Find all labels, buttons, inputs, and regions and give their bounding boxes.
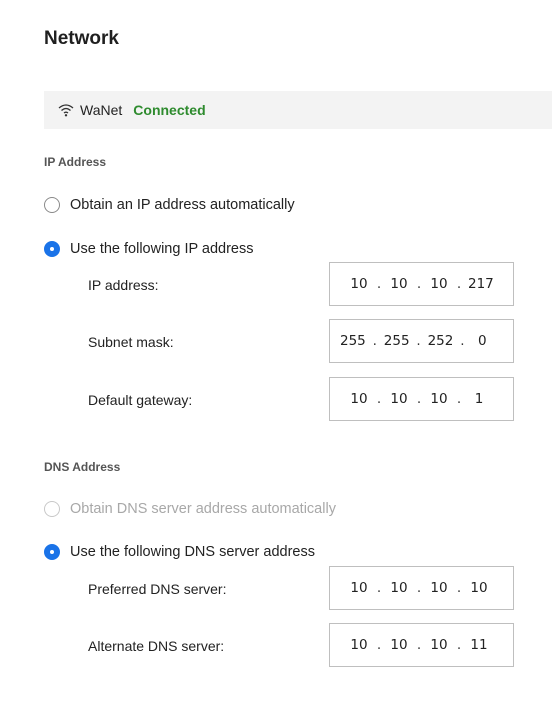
ip-octet[interactable]: 10 xyxy=(428,276,450,292)
gateway-octet[interactable]: 10 xyxy=(348,391,370,407)
alternate-dns-input[interactable]: 10 . 10 . 10 . 11 xyxy=(329,623,514,667)
subnet-octet[interactable]: 252 xyxy=(428,333,454,349)
gateway-octet[interactable]: 1 xyxy=(468,391,490,407)
preferred-dns-input[interactable]: 10 . 10 . 10 . 10 xyxy=(329,566,514,610)
octet-separator: . xyxy=(456,580,462,596)
ip-auto-label: Obtain an IP address automatically xyxy=(70,197,295,213)
subnet-octet[interactable]: 0 xyxy=(471,333,493,349)
network-name: WaNet xyxy=(80,102,123,118)
ip-address-label: IP address: xyxy=(88,277,159,293)
preferred-dns-label: Preferred DNS server: xyxy=(88,581,227,597)
octet-separator: . xyxy=(416,637,422,653)
default-gateway-label: Default gateway: xyxy=(88,392,193,408)
ip-octet[interactable]: 10 xyxy=(388,276,410,292)
dns-auto-option[interactable]: Obtain DNS server address automatically xyxy=(44,501,336,517)
ip-manual-label: Use the following IP address xyxy=(70,241,254,257)
gateway-octet[interactable]: 10 xyxy=(428,391,450,407)
gateway-octet[interactable]: 10 xyxy=(388,391,410,407)
octet-separator: . xyxy=(456,391,462,407)
subnet-mask-input[interactable]: 255 . 255 . 252 . 0 xyxy=(329,319,514,363)
dns-manual-option[interactable]: Use the following DNS server address xyxy=(44,544,315,560)
octet-separator: . xyxy=(376,637,382,653)
ip-manual-option[interactable]: Use the following IP address xyxy=(44,241,254,257)
ip-octet[interactable]: 217 xyxy=(468,276,494,292)
dns-manual-label: Use the following DNS server address xyxy=(70,544,315,560)
subnet-octet[interactable]: 255 xyxy=(340,333,366,349)
octet-separator: . xyxy=(416,391,422,407)
dns-octet[interactable]: 10 xyxy=(388,637,410,653)
network-settings-page: Network WaNet Connected IP Address Obtai… xyxy=(0,0,552,701)
ip-octet[interactable]: 10 xyxy=(348,276,370,292)
dns-octet[interactable]: 11 xyxy=(468,637,490,653)
dns-octet[interactable]: 10 xyxy=(348,637,370,653)
page-title: Network xyxy=(44,28,119,49)
ip-manual-radio[interactable] xyxy=(44,241,60,257)
default-gateway-input[interactable]: 10 . 10 . 10 . 1 xyxy=(329,377,514,421)
subnet-mask-label: Subnet mask: xyxy=(88,334,174,350)
dns-auto-label: Obtain DNS server address automatically xyxy=(70,501,336,517)
octet-separator: . xyxy=(376,391,382,407)
dns-manual-radio[interactable] xyxy=(44,544,60,560)
dns-octet[interactable]: 10 xyxy=(428,580,450,596)
wifi-icon xyxy=(58,104,74,117)
ip-address-input[interactable]: 10 . 10 . 10 . 217 xyxy=(329,262,514,306)
dns-octet[interactable]: 10 xyxy=(388,580,410,596)
dns-octet[interactable]: 10 xyxy=(348,580,370,596)
octet-separator: . xyxy=(456,637,462,653)
alternate-dns-label: Alternate DNS server: xyxy=(88,638,225,654)
ip-section-label: IP Address xyxy=(44,155,107,169)
connection-status-bar: WaNet Connected xyxy=(44,91,552,129)
subnet-octet[interactable]: 255 xyxy=(384,333,410,349)
octet-separator: . xyxy=(456,276,462,292)
octet-separator: . xyxy=(460,333,465,349)
octet-separator: . xyxy=(416,580,422,596)
dns-auto-radio[interactable] xyxy=(44,501,60,517)
connection-status: Connected xyxy=(133,102,206,118)
dns-section-label: DNS Address xyxy=(44,460,121,474)
ip-auto-radio[interactable] xyxy=(44,197,60,213)
octet-separator: . xyxy=(416,276,422,292)
octet-separator: . xyxy=(376,276,382,292)
octet-separator: . xyxy=(372,333,377,349)
octet-separator: . xyxy=(376,580,382,596)
ip-auto-option[interactable]: Obtain an IP address automatically xyxy=(44,197,295,213)
octet-separator: . xyxy=(416,333,421,349)
dns-octet[interactable]: 10 xyxy=(428,637,450,653)
dns-octet[interactable]: 10 xyxy=(468,580,490,596)
